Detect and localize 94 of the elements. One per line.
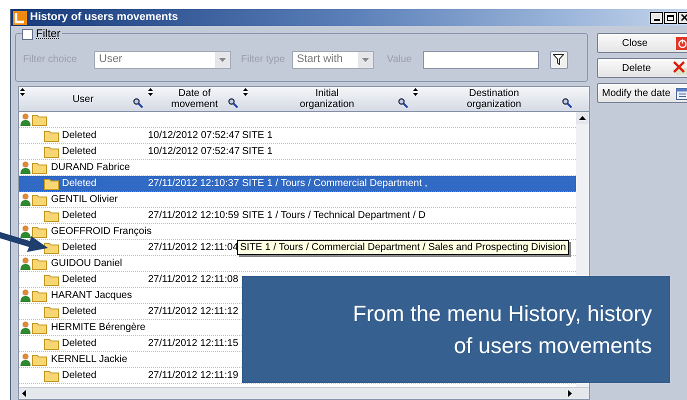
folder-icon (32, 258, 47, 270)
movement-row[interactable]: Deleted 10/12/2012 07:52:47 SITE 1 (19, 128, 576, 144)
filter-type-dropdown[interactable]: Start with (292, 50, 374, 68)
date-cell-text: 27/11/2012 12:11:04 (147, 241, 240, 255)
scroll-up-arrow-icon[interactable] (579, 116, 586, 120)
column-header[interactable]: Date of movement (164, 88, 226, 110)
sort-icon[interactable] (243, 88, 248, 96)
date-cell-text: 27/11/2012 12:11:08 (147, 273, 240, 287)
power-icon (676, 36, 687, 50)
minimize-button[interactable] (650, 12, 663, 24)
user-icon (20, 113, 31, 126)
user-icon (20, 321, 31, 334)
scroll-left-arrow-icon[interactable] (22, 390, 26, 397)
sort-icon[interactable] (20, 88, 25, 96)
callout-text: From the menu History, history of users movements (352, 300, 652, 360)
calendar-icon (676, 86, 687, 100)
user-icon (20, 353, 31, 366)
horizontal-scrollbar[interactable] (19, 387, 589, 399)
movement-cell-text: Deleted (62, 145, 96, 159)
folder-icon (44, 130, 59, 142)
user-icon (20, 193, 31, 206)
user-name: GUIDOU Daniel (51, 257, 122, 271)
maximize-button[interactable] (664, 12, 677, 24)
date-cell-text: 27/11/2012 12:11:15 (147, 337, 240, 351)
folder-icon (44, 178, 59, 190)
initial-organization-cell-text: SITE 1 (242, 129, 273, 143)
tooltip: SITE 1 / Tours / Commercial Department / Sales and Prospecting Division (237, 240, 570, 255)
movement-row[interactable]: Deleted 27/11/2012 12:10:37 SITE 1 / Tours / Commercial Department , (19, 176, 576, 192)
folder-icon (44, 242, 59, 254)
search-icon[interactable] (228, 98, 238, 108)
user-name: DURAND Fabrice (51, 161, 130, 175)
column-header[interactable]: Destination organization (463, 88, 525, 110)
filter-apply-button[interactable] (550, 50, 568, 68)
folder-icon (44, 146, 59, 158)
user-icon (20, 225, 31, 238)
folder-icon (32, 354, 47, 366)
initial-organization-cell-text: SITE 1 (242, 145, 273, 159)
date-cell-text: 10/12/2012 07:52:47 (147, 129, 241, 143)
folder-icon (44, 370, 59, 382)
close-icon (681, 14, 687, 21)
folder-icon (44, 306, 59, 318)
date-cell-text: 27/11/2012 12:10:37 (147, 177, 240, 191)
movement-cell-text: Deleted (62, 305, 96, 319)
column-header[interactable]: User (52, 94, 114, 104)
user-name: HARANT Jacques (51, 289, 132, 303)
user-name: GENTIL Olivier (51, 193, 118, 207)
search-icon[interactable] (398, 98, 408, 108)
folder-icon (44, 210, 59, 222)
movement-cell-text: Deleted (62, 337, 96, 351)
search-icon[interactable] (562, 98, 572, 108)
folder-icon (44, 274, 59, 286)
date-cell-text: 27/11/2012 12:11:12 (147, 305, 240, 319)
scroll-right-arrow-icon[interactable] (568, 390, 572, 397)
user-name: GEOFFROID François (51, 225, 152, 239)
column-header[interactable]: Initial organization (296, 88, 358, 110)
user-icon (20, 257, 31, 270)
movement-cell-text: Deleted (62, 129, 96, 143)
window-title: History of users movements (30, 10, 179, 26)
folder-icon (32, 322, 47, 334)
movement-row[interactable]: Deleted 10/12/2012 07:52:47 SITE 1 (19, 144, 576, 160)
filter-checkbox[interactable] (22, 28, 33, 40)
movement-cell-text: Deleted (62, 209, 96, 223)
filter-label: Filter (36, 27, 60, 42)
user-icon (20, 289, 31, 302)
folder-icon (32, 226, 47, 238)
date-cell-text: 27/11/2012 12:10:59 (147, 209, 240, 223)
movement-cell-text: Deleted (62, 241, 96, 255)
action-button[interactable]: Modify the date (597, 83, 687, 103)
search-icon[interactable] (133, 98, 143, 108)
delete-x-icon (673, 61, 687, 75)
user-icon (20, 161, 31, 174)
movement-cell-text: Deleted (62, 369, 96, 383)
app-logo-icon (13, 10, 27, 24)
funnel-icon (553, 54, 564, 65)
date-cell-text: 10/12/2012 07:52:47 (147, 145, 241, 159)
movement-cell-text: Deleted (62, 177, 96, 191)
filter-choice-dropdown[interactable]: User (94, 50, 231, 68)
dropdown-arrow-icon (219, 58, 226, 62)
initial-organization-cell-text: SITE 1 / Tours / Technical Department / D (242, 209, 426, 223)
movement-cell-text: Deleted (62, 273, 96, 287)
user-name: KERNELL Jackie (51, 353, 128, 367)
folder-icon (44, 338, 59, 350)
folder-icon (32, 290, 47, 302)
date-cell-text: 27/11/2012 12:11:19 (147, 369, 240, 383)
action-button[interactable]: Delete (597, 58, 687, 78)
movement-row[interactable]: Deleted 27/11/2012 12:10:59 SITE 1 / Tours / Technical Department / D (19, 208, 576, 224)
value-field[interactable] (422, 50, 539, 68)
folder-icon (32, 162, 47, 174)
initial-organization-cell-text: SITE 1 / Tours / Commercial Department , (242, 177, 428, 191)
sort-icon[interactable] (413, 88, 418, 96)
action-button[interactable]: Close (597, 33, 687, 53)
sort-icon[interactable] (148, 88, 153, 96)
user-name: HERMITE Bérengère (51, 321, 146, 335)
dropdown-arrow-icon (362, 58, 369, 62)
